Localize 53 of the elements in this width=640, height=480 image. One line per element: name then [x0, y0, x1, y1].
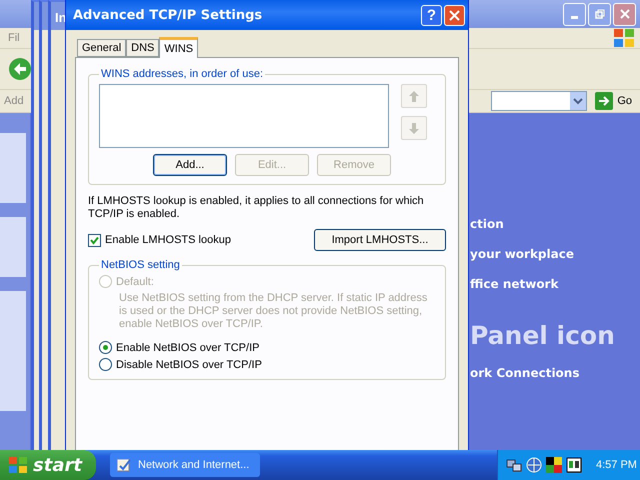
close-button[interactable] [444, 4, 465, 26]
side-panel [0, 133, 26, 203]
tab[interactable]: WINS [159, 37, 198, 58]
task-link[interactable]: ffice network [470, 277, 558, 307]
close-icon [449, 10, 460, 20]
push-button[interactable]: Add... [153, 154, 227, 176]
network-icon [506, 457, 522, 473]
task-link[interactable]: ork Connections [470, 366, 580, 396]
tab[interactable]: DNS [126, 39, 160, 57]
radio-label: Default: [116, 276, 154, 288]
address-field[interactable] [491, 91, 588, 111]
start-button[interactable]: start [0, 450, 96, 480]
radio-dot-icon [103, 345, 108, 350]
option-description: Use NetBIOS setting from the DHCP server. If static IP address is used or the DHCP server does not provide NetBIOS setting, enable NetBIOS over TCP/IP. [119, 292, 428, 331]
radio-button[interactable] [99, 358, 112, 371]
color-squares-icon [546, 457, 562, 473]
close-icon [620, 9, 630, 19]
help-button[interactable]: ? [421, 4, 442, 26]
minimize-button[interactable] [563, 2, 586, 26]
radio-label: Enable NetBIOS over TCP/IP [116, 342, 260, 354]
lmhosts-note: If LMHOSTS lookup is enabled, it applies to all connections for which TCP/IP is enabled. [88, 195, 425, 221]
restore-icon [594, 9, 604, 19]
close-button[interactable] [613, 2, 636, 26]
radio-option[interactable]: Disable NetBIOS over TCP/IP [99, 358, 435, 371]
import-button[interactable]: Import LMHOSTS... [314, 229, 446, 251]
checkbox[interactable] [88, 234, 101, 246]
radio-button[interactable] [99, 341, 112, 354]
window-title: Advanced TCP/IP Settings [73, 8, 264, 22]
tab[interactable]: General [77, 39, 126, 57]
side-panel [0, 217, 26, 277]
taskbar-button[interactable]: Network and Internet... [110, 453, 260, 477]
task-link[interactable]: ction [470, 217, 504, 247]
clock: 4:57 PM [596, 459, 637, 471]
address-list[interactable] [99, 84, 389, 148]
windows-flag-icon [8, 456, 28, 474]
menu-item[interactable]: Fil [8, 32, 20, 44]
minimize-icon [571, 16, 578, 19]
task-link[interactable]: your workplace [470, 247, 574, 277]
panel-heading: Panel icon [470, 321, 615, 350]
windows-flag-icon [612, 27, 636, 49]
group-legend: NetBIOS setting [99, 259, 182, 271]
monitor-icon [566, 457, 582, 473]
go-button[interactable]: Go [591, 92, 636, 110]
globe-icon [526, 457, 542, 473]
radio-label: Disable NetBIOS over TCP/IP [116, 358, 262, 370]
radio-option[interactable]: Enable NetBIOS over TCP/IP [99, 341, 435, 354]
group-legend: WINS addresses, in order of use: [99, 68, 266, 80]
address-label: Add [4, 95, 24, 107]
lmhosts-checkbox[interactable]: Enable LMHOSTS lookup [88, 234, 231, 246]
checkmark-icon [90, 236, 99, 244]
restore-button[interactable] [588, 2, 611, 26]
checkbox-label: Enable LMHOSTS lookup [105, 234, 231, 246]
checklist-icon [116, 457, 132, 473]
